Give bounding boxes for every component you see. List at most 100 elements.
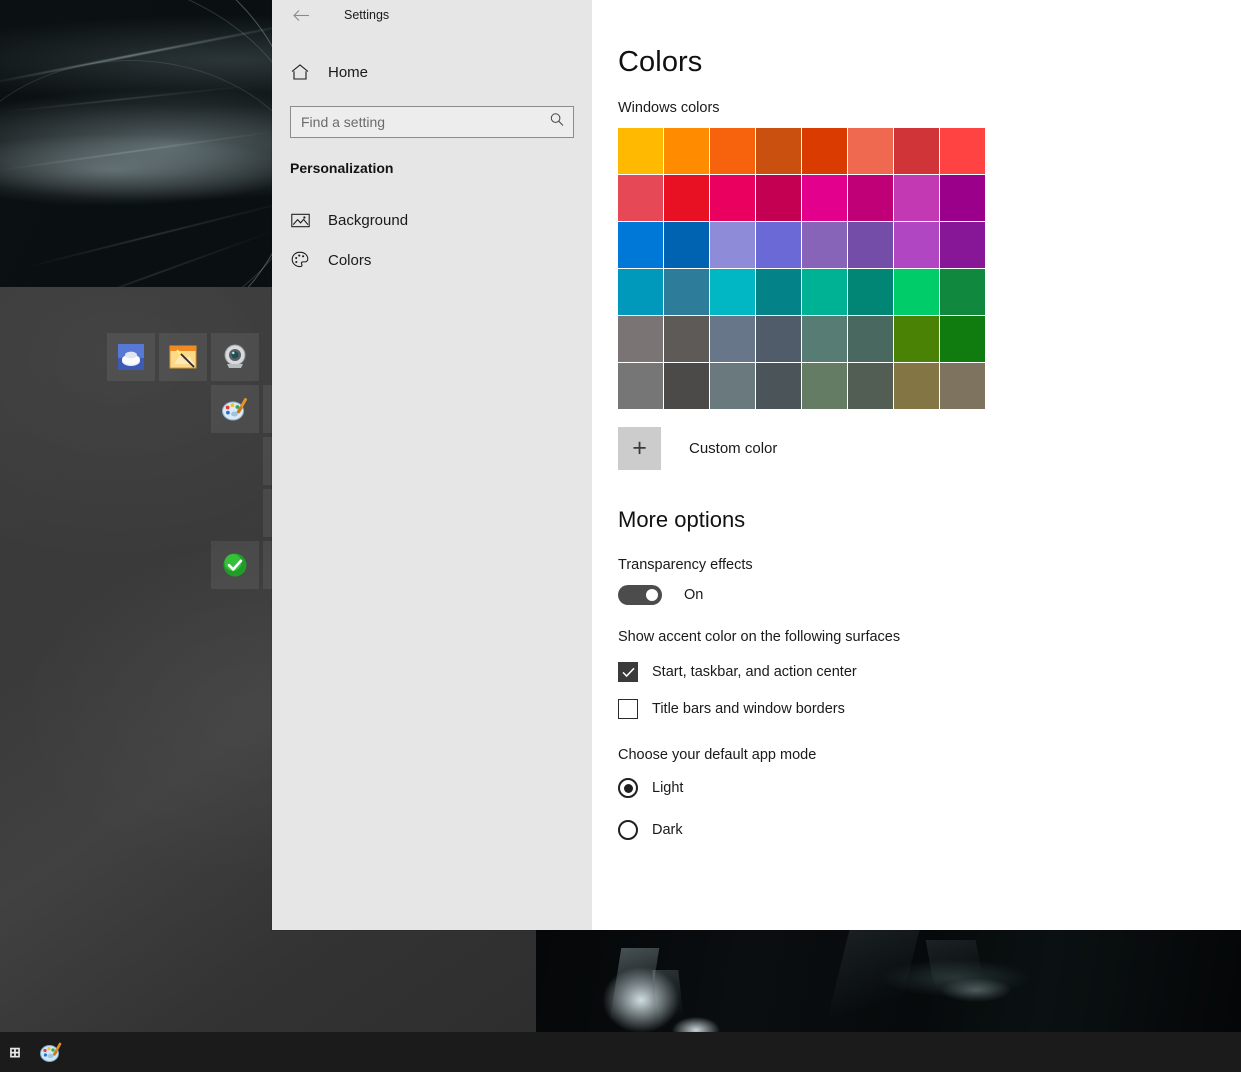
color-swatch[interactable]	[848, 128, 893, 174]
tile-paint[interactable]	[211, 385, 259, 433]
wallpaper-highlight	[606, 948, 660, 1036]
color-swatch[interactable]	[664, 316, 709, 362]
sidebar-item-colors[interactable]: Colors	[272, 240, 592, 280]
color-swatch[interactable]	[940, 175, 985, 221]
desktop-wallpaper-bottom	[536, 930, 1241, 1036]
color-swatch[interactable]	[802, 269, 847, 315]
color-swatch[interactable]	[710, 128, 755, 174]
color-swatch[interactable]	[618, 316, 663, 362]
color-swatch[interactable]	[756, 269, 801, 315]
checkbox-start-taskbar-label: Start, taskbar, and action center	[652, 664, 857, 680]
color-swatch[interactable]	[848, 269, 893, 315]
color-swatch[interactable]	[618, 363, 663, 409]
tile-backup-and-restore[interactable]	[107, 333, 155, 381]
color-swatch[interactable]	[894, 269, 939, 315]
transparency-effects-row[interactable]: On	[618, 585, 1241, 605]
color-swatch[interactable]	[664, 128, 709, 174]
settings-home-group: Home	[272, 52, 592, 92]
color-swatch[interactable]	[940, 363, 985, 409]
green-check-icon	[220, 550, 250, 580]
back-arrow-icon[interactable]	[284, 0, 318, 30]
color-swatch[interactable]	[940, 128, 985, 174]
search-input[interactable]	[291, 107, 573, 137]
taskbar-item-paint[interactable]	[30, 1032, 72, 1072]
color-swatch[interactable]	[756, 316, 801, 362]
color-swatch[interactable]	[756, 363, 801, 409]
start-button-icon[interactable]: ⊞	[0, 1032, 30, 1072]
windows-colors-label: Windows colors	[618, 100, 720, 116]
paint-palette-icon	[40, 1042, 62, 1062]
radio-dark[interactable]	[618, 820, 638, 840]
sidebar-item-home[interactable]: Home	[272, 52, 592, 92]
color-swatch[interactable]	[710, 175, 755, 221]
color-swatch[interactable]	[940, 316, 985, 362]
color-swatch[interactable]	[940, 269, 985, 315]
color-swatch[interactable]	[802, 175, 847, 221]
checkbox-row-title-bars[interactable]: Title bars and window borders	[618, 699, 1241, 719]
custom-color-label: Custom color	[689, 440, 778, 457]
color-swatch[interactable]	[848, 363, 893, 409]
home-icon	[290, 64, 310, 80]
settings-navigation-pane[interactable]: Settings Home Find a setting Personaliza…	[272, 0, 592, 930]
radio-row-dark[interactable]: Dark	[618, 820, 1241, 840]
color-swatch[interactable]	[894, 128, 939, 174]
color-swatch[interactable]	[802, 363, 847, 409]
accent-surfaces-label: Show accent color on the following surfa…	[618, 629, 901, 645]
checkbox-title-bars[interactable]	[618, 699, 638, 719]
color-swatch[interactable]	[756, 222, 801, 268]
color-swatch[interactable]	[894, 363, 939, 409]
color-swatch[interactable]	[618, 222, 663, 268]
search-box[interactable]	[290, 106, 574, 138]
sidebar-section-header: Personalization	[290, 160, 394, 176]
color-swatch[interactable]	[802, 316, 847, 362]
page-title: Colors	[618, 46, 703, 78]
radio-light[interactable]	[618, 778, 638, 798]
settings-search-wrapper	[272, 92, 592, 138]
color-swatch[interactable]	[664, 269, 709, 315]
color-swatch[interactable]	[802, 222, 847, 268]
color-swatch[interactable]	[664, 222, 709, 268]
tile-snipping-tool[interactable]	[159, 333, 207, 381]
palette-icon	[290, 251, 310, 269]
color-swatch[interactable]	[848, 316, 893, 362]
checkbox-row-start-taskbar[interactable]: Start, taskbar, and action center	[618, 662, 1241, 682]
color-swatch[interactable]	[618, 175, 663, 221]
color-swatch[interactable]	[710, 222, 755, 268]
disk-backup-icon	[116, 342, 146, 372]
color-swatch[interactable]	[710, 316, 755, 362]
settings-titlebar: Settings	[272, 0, 592, 30]
color-swatch[interactable]	[848, 222, 893, 268]
radio-row-light[interactable]: Light	[618, 778, 1241, 798]
color-swatch[interactable]	[710, 269, 755, 315]
color-swatch[interactable]	[756, 175, 801, 221]
color-swatch[interactable]	[710, 363, 755, 409]
color-swatch[interactable]	[664, 363, 709, 409]
custom-color-plus-icon[interactable]: +	[618, 427, 661, 470]
taskbar[interactable]: ⊞	[0, 1032, 1241, 1072]
color-swatch[interactable]	[848, 175, 893, 221]
tile-check-ok[interactable]	[211, 541, 259, 589]
checkbox-start-taskbar[interactable]	[618, 662, 638, 682]
wallpaper-highlight	[925, 940, 987, 1000]
color-swatch[interactable]	[894, 316, 939, 362]
sidebar-item-home-label: Home	[328, 63, 369, 81]
tile-webcam[interactable]	[211, 333, 259, 381]
color-swatch[interactable]	[618, 128, 663, 174]
color-swatch[interactable]	[756, 128, 801, 174]
radio-light-label: Light	[652, 780, 684, 796]
color-swatch[interactable]	[618, 269, 663, 315]
search-icon[interactable]	[550, 113, 564, 132]
snip-wand-icon	[168, 342, 198, 372]
color-swatch[interactable]	[940, 222, 985, 268]
webcam-icon	[220, 342, 250, 372]
settings-window[interactable]: Settings Home Find a setting Personaliza…	[272, 0, 1241, 930]
color-swatch[interactable]	[664, 175, 709, 221]
custom-color-row[interactable]: + Custom color	[618, 427, 1241, 470]
transparency-effects-toggle[interactable]	[618, 585, 662, 605]
windows-colors-swatch-grid[interactable]	[618, 128, 986, 409]
sidebar-item-background[interactable]: Background	[272, 200, 592, 240]
more-options-heading: More options	[618, 507, 746, 532]
color-swatch[interactable]	[894, 222, 939, 268]
color-swatch[interactable]	[802, 128, 847, 174]
color-swatch[interactable]	[894, 175, 939, 221]
